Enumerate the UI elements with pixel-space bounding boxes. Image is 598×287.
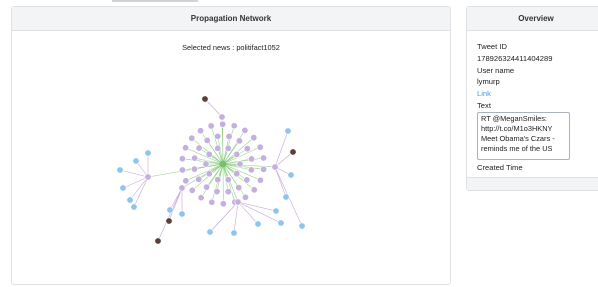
graph-edge (204, 98, 223, 118)
overview-panel-title: Overview (518, 14, 554, 23)
retweet-node[interactable] (241, 126, 249, 134)
retweet-node[interactable] (256, 143, 264, 151)
reply-node[interactable] (130, 203, 138, 211)
retweet-node[interactable] (214, 144, 222, 152)
retweet-node[interactable] (205, 150, 213, 158)
tweet-id-value: 178926324411404289 (477, 53, 553, 63)
retweet-node[interactable] (243, 145, 251, 153)
reply-node[interactable] (119, 184, 127, 192)
retweet-node[interactable] (224, 144, 232, 152)
retweet-node[interactable] (233, 170, 241, 178)
retweet-node[interactable] (271, 163, 279, 171)
user-name-value: lymurp (477, 77, 500, 87)
reply-node[interactable] (277, 219, 285, 227)
retweet-node[interactable] (188, 186, 196, 194)
retweet-node[interactable] (234, 198, 242, 206)
retweet-node[interactable] (191, 154, 199, 162)
retweet-node[interactable] (207, 122, 215, 130)
retweet-node[interactable] (241, 193, 249, 201)
retweet-node[interactable] (250, 186, 258, 194)
overview-panel-header: Overview (467, 7, 598, 31)
retweet-node[interactable] (243, 176, 251, 184)
reply-node[interactable] (272, 207, 280, 215)
retweet-node[interactable] (182, 177, 190, 185)
retweet-node[interactable] (225, 132, 233, 140)
user-node[interactable] (201, 95, 209, 103)
user-name-label: User name (477, 65, 515, 75)
retweet-node[interactable] (256, 176, 264, 184)
retweet-node[interactable] (203, 136, 211, 144)
reply-node[interactable] (116, 166, 124, 174)
retweet-node[interactable] (213, 188, 221, 196)
retweet-node[interactable] (178, 184, 186, 192)
retweet-node[interactable] (219, 120, 227, 128)
retweet-node[interactable] (195, 175, 203, 183)
retweet-node[interactable] (219, 200, 227, 208)
user-node[interactable] (165, 217, 173, 225)
text-label: Text (477, 100, 491, 110)
propagation-network-panel: Propagation Network Selected news : poli… (11, 6, 451, 285)
tweet-link[interactable]: Link (477, 88, 598, 100)
retweet-node[interactable] (208, 198, 216, 206)
source-news-node[interactable] (219, 160, 227, 168)
graph-edge (237, 201, 277, 212)
retweet-node[interactable] (248, 155, 256, 163)
retweet-node[interactable] (202, 160, 210, 168)
retweet-node[interactable] (178, 166, 186, 174)
retweet-node[interactable] (205, 170, 213, 178)
reply-node[interactable] (132, 157, 140, 165)
user-node[interactable] (289, 148, 297, 156)
retweet-node[interactable] (233, 150, 241, 158)
retweet-node[interactable] (178, 155, 186, 163)
reply-node[interactable] (284, 127, 292, 135)
retweet-node[interactable] (224, 188, 232, 196)
overview-panel: Overview Tweet ID 178926324411404289 Use… (466, 6, 598, 191)
reply-node[interactable] (230, 229, 238, 237)
retweet-node[interactable] (214, 176, 222, 184)
retweet-node[interactable] (188, 134, 196, 142)
graph-edge (233, 201, 239, 234)
created-time-label: Created Time (477, 162, 523, 172)
reply-node[interactable] (282, 193, 290, 201)
retweet-node[interactable] (247, 166, 255, 174)
retweet-node[interactable] (203, 183, 211, 191)
user-node[interactable] (154, 237, 162, 245)
overview-footer (467, 177, 598, 190)
reply-node[interactable] (144, 149, 152, 157)
retweet-node[interactable] (224, 176, 232, 184)
retweet-node[interactable] (260, 154, 268, 162)
top-divider (112, 0, 198, 2)
graph-edge (157, 187, 183, 242)
retweet-node[interactable] (144, 173, 152, 181)
retweet-node[interactable] (214, 132, 222, 140)
propagation-graph[interactable] (12, 7, 452, 286)
tweet-id-label: Tweet ID (477, 42, 507, 51)
reply-node[interactable] (166, 206, 174, 214)
retweet-node[interactable] (235, 137, 243, 145)
overview-body: Tweet ID 178926324411404289 User name ly… (467, 31, 598, 185)
retweet-node[interactable] (190, 165, 198, 173)
graph-edge (169, 187, 183, 211)
retweet-node[interactable] (197, 127, 205, 135)
reply-node[interactable] (178, 210, 186, 218)
retweet-node[interactable] (218, 113, 226, 121)
reply-node[interactable] (126, 196, 134, 204)
retweet-node[interactable] (250, 134, 258, 142)
retweet-node[interactable] (197, 194, 205, 202)
retweet-node[interactable] (260, 165, 268, 173)
retweet-node[interactable] (182, 144, 190, 152)
retweet-node[interactable] (195, 144, 203, 152)
retweet-node[interactable] (230, 122, 238, 130)
retweet-node[interactable] (236, 160, 244, 168)
reply-node[interactable] (206, 228, 214, 236)
retweet-node[interactable] (235, 184, 243, 192)
reply-node[interactable] (254, 220, 262, 228)
tweet-text-area[interactable]: RT @MeganSmiles: http://t.co/M1o3HKNY Me… (477, 111, 570, 160)
reply-node[interactable] (298, 222, 306, 230)
reply-node[interactable] (287, 171, 295, 179)
graph-edge (122, 176, 149, 189)
app-root: Propagation Network Selected news : poli… (0, 0, 598, 287)
graph-edge (237, 201, 259, 225)
